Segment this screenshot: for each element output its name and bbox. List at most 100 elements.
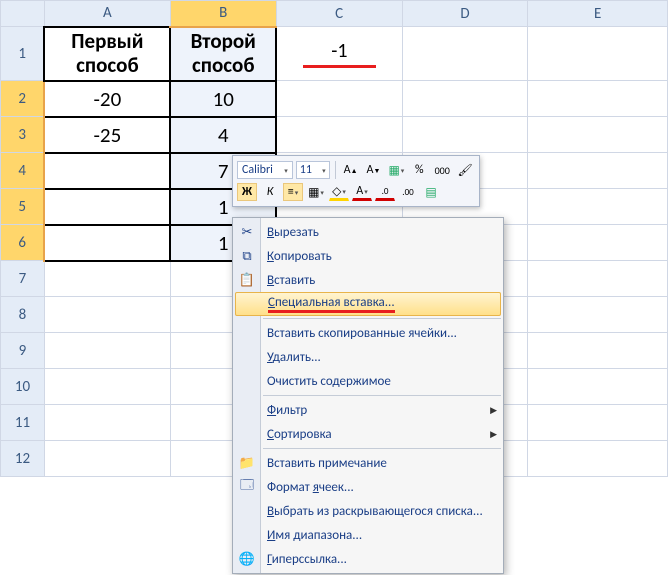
cell-E12[interactable] [528, 441, 668, 477]
menu-label: Очистить содержимое [267, 374, 391, 389]
cell-B3[interactable]: 4 [170, 117, 276, 153]
row-header-7[interactable]: 7 [1, 261, 45, 297]
cell-A6[interactable] [44, 225, 170, 261]
context-menu: ✂ Вырезать ⧉ Копировать 📋 Вставить Специальная… [232, 217, 504, 574]
styles-icon[interactable]: ▦ [386, 161, 406, 179]
cell-E1[interactable] [528, 27, 668, 81]
menu-label: Выбрать из раскрывающегося списка... [267, 504, 483, 519]
menu-label: Вставить скопированные ячейки... [267, 326, 457, 341]
decrease-decimal-icon[interactable]: .0 [375, 183, 395, 201]
cell-A1[interactable]: Первый способ [44, 27, 170, 81]
thousands-icon[interactable]: 000 [432, 161, 452, 179]
cell-A12[interactable] [44, 441, 170, 477]
percent-icon[interactable]: % [409, 161, 429, 179]
menu-clear[interactable]: Очистить содержимое [233, 369, 503, 393]
italic-button[interactable]: К [260, 183, 280, 201]
paste-icon: 📋 [237, 273, 257, 288]
cell-E2[interactable] [528, 81, 668, 117]
col-header-A[interactable]: A [44, 1, 170, 27]
cell-D2[interactable] [402, 81, 528, 117]
col-header-E[interactable]: E [528, 1, 668, 27]
menu-filter[interactable]: Фильтр ▶ [233, 398, 503, 422]
row-header-1[interactable]: 1 [1, 27, 45, 81]
menu-format-cells[interactable]: 🗔Формат ячеек... [233, 475, 503, 499]
grow-font-icon[interactable]: A▲ [341, 161, 361, 179]
cell-B2[interactable]: 10 [170, 81, 276, 117]
cell-A7[interactable] [44, 261, 170, 297]
row-header-9[interactable]: 9 [1, 333, 45, 369]
col-header-D[interactable]: D [402, 1, 528, 27]
cell-E5[interactable] [528, 189, 668, 225]
borders-icon[interactable]: ▦ [306, 183, 326, 201]
menu-label: Вырезать [267, 225, 319, 240]
cell-D1[interactable] [402, 27, 528, 81]
cell-E9[interactable] [528, 333, 668, 369]
align-center-icon[interactable]: ≡ [283, 183, 303, 201]
menu-insert-copied[interactable]: Вставить скопированные ячейки... [233, 321, 503, 345]
row-header-12[interactable]: 12 [1, 441, 45, 477]
menu-name-range[interactable]: Имя диапазона... [233, 523, 503, 547]
cell-B1[interactable]: Второй способ [170, 27, 276, 81]
cell-A11[interactable] [44, 405, 170, 441]
menu-label: Копировать [267, 249, 332, 264]
scissors-icon: ✂ [237, 225, 257, 240]
merge-icon[interactable]: ▤ [421, 183, 441, 201]
menu-pick-list[interactable]: Выбрать из раскрывающегося списка... [233, 499, 503, 523]
cell-A5[interactable] [44, 189, 170, 225]
menu-label: Гиперссылка... [267, 552, 347, 567]
cell-A9[interactable] [44, 333, 170, 369]
cell-E6[interactable] [528, 225, 668, 261]
cell-E11[interactable] [528, 405, 668, 441]
cell-C2[interactable] [276, 81, 402, 117]
fill-color-icon[interactable]: ◇ [329, 183, 349, 201]
cell-A3[interactable]: -25 [44, 117, 170, 153]
cell-C3[interactable] [276, 117, 402, 153]
menu-insert-comment[interactable]: 📁Вставить примечание [233, 451, 503, 475]
submenu-arrow-icon: ▶ [490, 405, 497, 416]
menu-paste-special[interactable]: Специальная вставка... [235, 292, 501, 316]
cell-E4[interactable] [528, 153, 668, 189]
font-color-icon[interactable]: A [352, 183, 372, 201]
row-header-4[interactable]: 4 [1, 153, 45, 189]
value-C1: -1 [303, 39, 375, 68]
shrink-font-icon[interactable]: A▼ [364, 161, 384, 179]
row-header-3[interactable]: 3 [1, 117, 45, 153]
menu-delete[interactable]: Удалить... [233, 345, 503, 369]
select-all-corner[interactable] [1, 1, 45, 27]
row-header-5[interactable]: 5 [1, 189, 45, 225]
menu-label: Вставить [267, 273, 315, 288]
row-header-2[interactable]: 2 [1, 81, 45, 117]
row-header-11[interactable]: 11 [1, 405, 45, 441]
cell-A8[interactable] [44, 297, 170, 333]
row-header-8[interactable]: 8 [1, 297, 45, 333]
row-header-6[interactable]: 6 [1, 225, 45, 261]
cell-E7[interactable] [528, 261, 668, 297]
cell-A2[interactable]: -20 [44, 81, 170, 117]
submenu-arrow-icon: ▶ [490, 429, 497, 440]
menu-hyperlink[interactable]: 🌐Гиперссылка... [233, 547, 503, 571]
cell-E3[interactable] [528, 117, 668, 153]
format-painter-icon[interactable]: 🖌 [455, 161, 475, 179]
menu-label: Имя диапазона... [267, 528, 362, 543]
menu-label: Удалить... [267, 350, 321, 365]
col-header-C[interactable]: C [276, 1, 402, 27]
row-header-10[interactable]: 10 [1, 369, 45, 405]
increase-decimal-icon[interactable]: .00 [398, 183, 418, 201]
bold-button[interactable]: Ж [237, 183, 257, 201]
cell-D3[interactable] [402, 117, 528, 153]
copy-icon: ⧉ [237, 249, 257, 264]
col-header-B[interactable]: B [170, 1, 276, 27]
cell-E8[interactable] [528, 297, 668, 333]
font-picker[interactable]: Calibri▾ [237, 161, 293, 179]
menu-sort[interactable]: Сортировка ▶ [233, 422, 503, 446]
menu-label: Фильтр [267, 403, 307, 418]
font-size-picker[interactable]: 11▾ [296, 161, 330, 179]
menu-paste[interactable]: 📋 Вставить [233, 268, 503, 292]
menu-cut[interactable]: ✂ Вырезать [233, 220, 503, 244]
menu-label: Сортировка [267, 427, 332, 442]
cell-C1[interactable]: -1 [276, 27, 402, 81]
cell-A4[interactable] [44, 153, 170, 189]
cell-E10[interactable] [528, 369, 668, 405]
menu-copy[interactable]: ⧉ Копировать [233, 244, 503, 268]
cell-A10[interactable] [44, 369, 170, 405]
